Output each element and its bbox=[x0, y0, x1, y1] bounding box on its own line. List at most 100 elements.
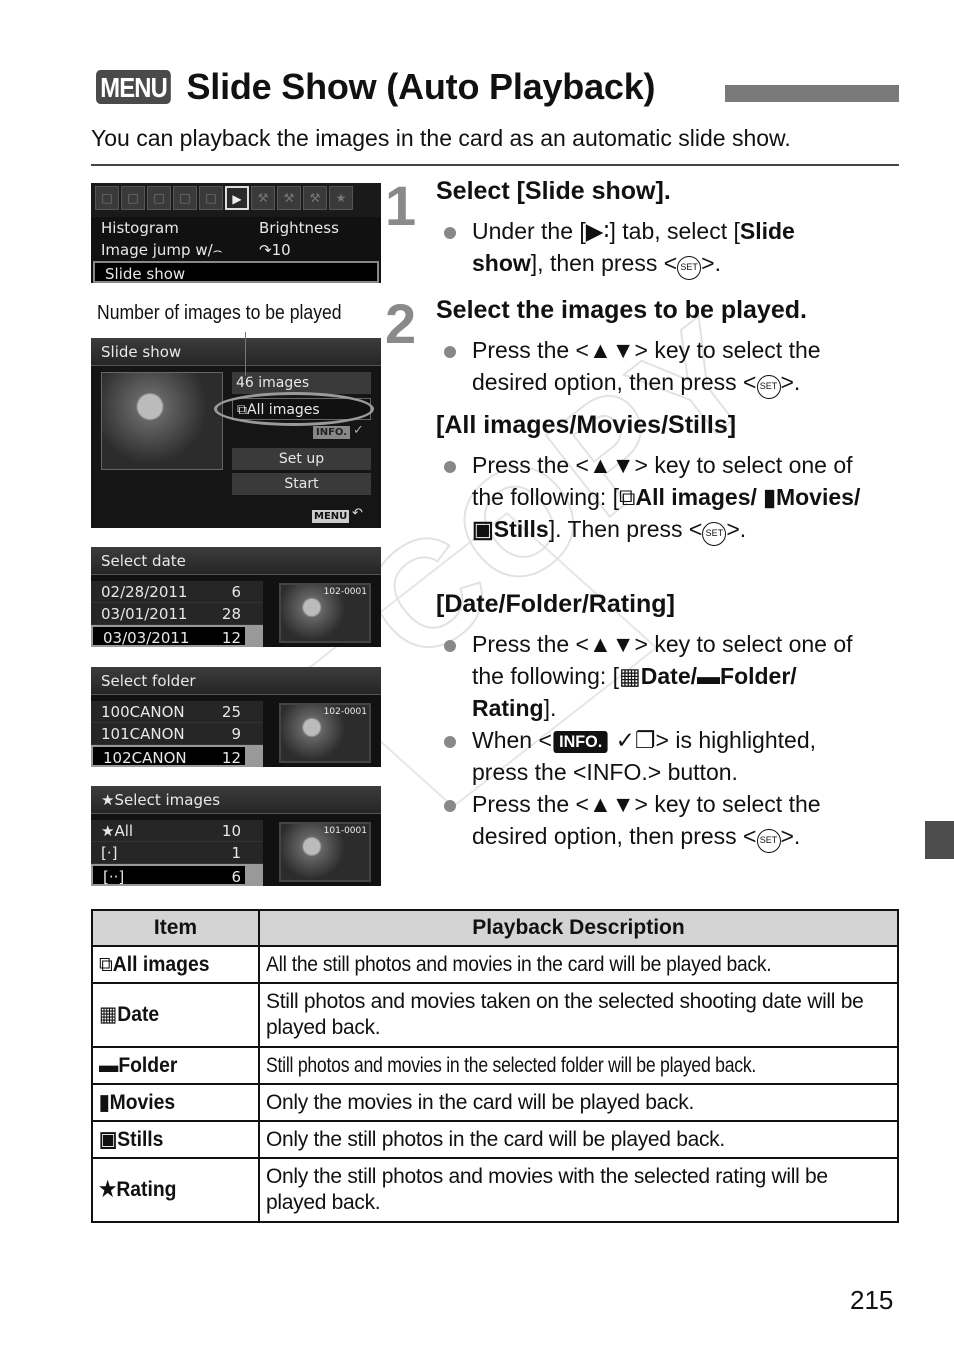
menu-tab: □ bbox=[147, 186, 171, 210]
item-count: 10 bbox=[221, 822, 241, 840]
date-list: 02/28/2011 6 03/01/2011 28 03/03/2011 12 bbox=[91, 581, 263, 647]
info-check-icon: ✓ bbox=[353, 423, 364, 438]
list-item-selected: [··] 6 bbox=[91, 864, 263, 886]
file-number: 102-0001 bbox=[323, 707, 367, 717]
step-number-1: 1 bbox=[385, 174, 417, 237]
up-down-keys-icon: ▲▼ bbox=[588, 337, 635, 363]
all-images-icon: ⧉ bbox=[99, 952, 113, 976]
text: ]. Then press < bbox=[548, 516, 703, 542]
text: ]. bbox=[543, 695, 557, 721]
list-item-selected: 03/03/2011 12 bbox=[91, 625, 263, 647]
text: >. bbox=[780, 823, 801, 849]
text: Press the < bbox=[472, 337, 589, 363]
list-item: 02/28/2011 6 bbox=[91, 581, 263, 603]
description-cell: All the still photos and movies in the c… bbox=[258, 945, 899, 984]
item-cell: ▣Stills bbox=[91, 1120, 260, 1159]
bold-text: Stills bbox=[493, 516, 549, 542]
text: Press the < bbox=[472, 452, 589, 478]
table-row: ⧉All images All the still photos and mov… bbox=[91, 945, 899, 984]
lcd-select-folder: Select folder 100CANON 25 101CANON 9 102CA… bbox=[91, 667, 381, 767]
playback-tab-icon: ▶∶ bbox=[585, 218, 610, 244]
highlight-ellipse bbox=[214, 392, 374, 426]
folder-icon: ▬ bbox=[99, 1053, 119, 1077]
item-count: 6 bbox=[231, 868, 241, 886]
info-button-tag: INFO. bbox=[313, 426, 351, 439]
set-button-icon: SET bbox=[702, 522, 727, 546]
item-count: 28 bbox=[221, 605, 241, 623]
list-item: 101CANON 9 bbox=[91, 723, 263, 745]
description-cell: Only the still photos in the card will b… bbox=[258, 1120, 899, 1159]
up-down-keys-icon: ▲▼ bbox=[588, 452, 635, 478]
step-2-bullet: Press the <▲▼> key to select the desired… bbox=[444, 334, 864, 399]
table-row: ▦Date Still photos and movies taken on t… bbox=[91, 982, 899, 1048]
item-cell: ▦Date bbox=[91, 982, 260, 1048]
thumbnail: 102-0001 bbox=[279, 583, 371, 643]
menu-row-histogram: Histogram Brightness bbox=[91, 217, 381, 239]
star-icon: ★ bbox=[99, 1178, 117, 1201]
table-row: ▬Folder Still photos and movies in the s… bbox=[91, 1046, 899, 1085]
menu-row-label: Histogram bbox=[101, 219, 179, 237]
table-row: ★Rating Only the still photos and movies… bbox=[91, 1157, 899, 1223]
item-count: 1 bbox=[231, 844, 241, 862]
description-cell: Only the still photos and movies with th… bbox=[258, 1157, 899, 1223]
menu-row-value: Brightness bbox=[259, 219, 339, 237]
description-cell: Only the movies in the card will be play… bbox=[258, 1083, 899, 1122]
menu-tab: ⚒ bbox=[251, 186, 275, 210]
menu-tab-playback-2-active: ▶ bbox=[225, 186, 249, 210]
table-header-row: Item Playback Description bbox=[91, 909, 899, 947]
bold-text: Folder/ bbox=[720, 663, 797, 689]
select-check-icon: ✓❐ bbox=[615, 727, 656, 753]
text: Press the < bbox=[472, 631, 589, 657]
info-button-icon: INFO. bbox=[553, 731, 608, 753]
item-label: Folder bbox=[118, 1053, 178, 1077]
text: >. bbox=[780, 369, 801, 395]
file-number: 102-0001 bbox=[323, 587, 367, 597]
title-decor-bar bbox=[725, 85, 899, 102]
intro-text: You can playback the images in the card … bbox=[91, 125, 791, 151]
calendar-icon: ▦ bbox=[99, 1003, 118, 1026]
image-count: 46 images bbox=[232, 372, 371, 394]
preview-photo bbox=[101, 372, 223, 470]
section-date-folder-rating-title: [Date/Folder/Rating] bbox=[436, 590, 675, 618]
all-images-icon: ⧉ bbox=[619, 484, 636, 510]
item-label: 100CANON bbox=[101, 703, 185, 721]
table-row: ▣Stills Only the still photos in the car… bbox=[91, 1120, 899, 1159]
item-label: Movies bbox=[109, 1090, 176, 1114]
section-date-bullet-3: Press the <▲▼> key to select the desired… bbox=[444, 788, 864, 853]
bold-text: Movies/ bbox=[775, 484, 861, 510]
set-button-icon: SET bbox=[756, 829, 781, 853]
item-count: 6 bbox=[231, 583, 241, 601]
folder-icon: ▬ bbox=[697, 663, 721, 689]
bold-text: Date/ bbox=[640, 663, 698, 689]
playback-options-table: Item Playback Description ⧉All images Al… bbox=[91, 909, 899, 1223]
section-all-movies-stills-title: [All images/Movies/Stills] bbox=[436, 411, 737, 439]
item-cell: ▮Movies bbox=[91, 1083, 260, 1122]
column-header-description: Playback Description bbox=[258, 909, 899, 947]
menu-row-label: Slide show bbox=[105, 265, 186, 283]
back-icon: ↶ bbox=[352, 506, 363, 521]
callout-line bbox=[245, 332, 246, 376]
rating-list: ★All 10 [·] 1 [··] 6 bbox=[91, 820, 263, 886]
item-label: ★All bbox=[101, 822, 134, 840]
menu-button-tag: MENU bbox=[312, 510, 350, 523]
description-text: All the still photos and movies in the c… bbox=[266, 952, 772, 976]
table-row: ▮Movies Only the movies in the card will… bbox=[91, 1083, 899, 1122]
item-label: Rating bbox=[116, 1178, 177, 1201]
up-down-keys-icon: ▲▼ bbox=[588, 631, 635, 657]
section-date-bullet-1: Press the <▲▼> key to select one of the … bbox=[444, 628, 864, 724]
list-item: [·] 1 bbox=[91, 842, 263, 864]
step-1-title: Select [Slide show]. bbox=[436, 177, 671, 205]
menu-tab-mymenu: ★ bbox=[329, 186, 353, 210]
item-label: 03/01/2011 bbox=[101, 605, 188, 623]
lcd-playback-menu: □ □ □ □ □ ▶ ⚒ ⚒ ⚒ ★ Histogram Brightness… bbox=[91, 183, 381, 283]
thumbnail: 101-0001 bbox=[279, 822, 371, 882]
item-label: All images bbox=[112, 952, 210, 976]
item-label: 02/28/2011 bbox=[101, 583, 188, 601]
menu-tab: ⚒ bbox=[303, 186, 327, 210]
lcd-select-date: Select date 02/28/2011 6 03/01/2011 28 03/… bbox=[91, 547, 381, 647]
movie-icon: ▮ bbox=[99, 1090, 110, 1114]
camera-icon: ▣ bbox=[472, 516, 494, 542]
item-cell: ⧉All images bbox=[91, 945, 260, 984]
text: >. bbox=[701, 250, 721, 276]
item-count: 12 bbox=[221, 629, 241, 647]
